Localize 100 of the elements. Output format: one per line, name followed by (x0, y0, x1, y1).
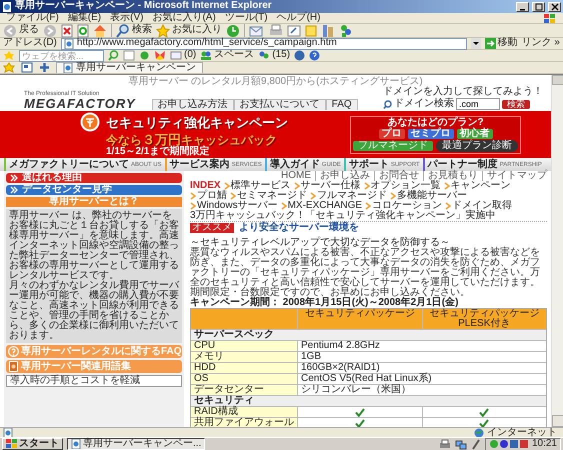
domain-field[interactable]: .com (456, 98, 500, 110)
butterfly-icon[interactable] (154, 50, 166, 61)
tab-list-icon[interactable] (21, 62, 33, 73)
pen-icon[interactable] (470, 438, 481, 450)
printer-icon[interactable] (438, 438, 451, 450)
add-icon[interactable] (39, 62, 50, 73)
menu-item[interactable]: ツール(T) (224, 12, 268, 24)
nav-label: サービス案内 (170, 160, 230, 170)
close-icon[interactable] (550, 2, 560, 10)
menu-item[interactable]: お気に入り(A) (152, 12, 216, 24)
column-header: セキュリティパッケージ (298, 309, 422, 329)
page-icon (64, 38, 74, 48)
info-text: 月々のわずかなレンタル費用でサーバー運用が可能で、機器の購入費が不要なこと、高速ネット回線が利用できることや、管理の手間を省けることから、多くの企業様に御利用いただいております。 (9, 281, 179, 341)
diagnosis-button[interactable]: 最適プラン診断 (436, 140, 518, 152)
edit-icon[interactable] (287, 24, 301, 38)
search-icon (383, 100, 392, 108)
sidebar-button[interactable]: データセンター見学 (6, 185, 182, 195)
maximize-icon[interactable] (534, 2, 544, 10)
book-icon (8, 361, 19, 372)
utility-link[interactable]: お見積もり (423, 171, 478, 181)
network-icon[interactable] (454, 438, 467, 450)
breadcrumb-link[interactable]: MX-EXCHANGE (288, 201, 362, 211)
toolbar-icon (3, 50, 15, 61)
sidebar-link[interactable]: 導入時の手順とコストを軽減 (6, 375, 182, 387)
mail-icon[interactable] (249, 24, 265, 38)
row-label: データセンター (191, 385, 297, 395)
breadcrumb-link[interactable]: INDEX (190, 181, 221, 191)
row-label: メモリ (191, 352, 297, 362)
page-heading: 3万円キャッシュバック！「セキュリティ強化キャンペーン」実施中 (190, 211, 547, 222)
plan-button[interactable]: プロ (378, 128, 404, 138)
subheading: より安全なサーバー環境を (239, 223, 359, 233)
breadcrumb-link[interactable]: Windowsサーバー (197, 201, 278, 211)
row-label: 共用ファイアウォール (191, 418, 297, 427)
chevron-icon (444, 182, 450, 190)
menu-item[interactable]: ヘルプ(H) (276, 12, 320, 24)
breadcrumb-link[interactable]: キャンペーン (450, 181, 511, 191)
row-label: CPU (191, 341, 297, 351)
chevron-icon (10, 174, 18, 182)
scrollbar[interactable] (551, 75, 563, 427)
section-title: 専用サーバーとは？ (6, 197, 182, 207)
stop-icon[interactable] (61, 24, 73, 38)
header-tab[interactable]: FAQ (326, 99, 358, 110)
breadcrumb-link[interactable]: 標準サービス (230, 181, 291, 191)
windows-logo-icon (6, 439, 17, 449)
chevron-icon (390, 192, 396, 200)
go-button[interactable]: 移動 (484, 38, 518, 49)
header-tab[interactable]: お支払いについて (234, 99, 326, 110)
sidebar-button[interactable]: 選ばれる理由 (6, 173, 182, 183)
menu-item[interactable]: 表示(V) (110, 12, 144, 24)
links-button[interactable]: リンク » (522, 38, 560, 49)
menu-item[interactable]: 編集(E) (68, 12, 102, 24)
section-header: サーバースペック (191, 330, 546, 340)
table-cell: CentOS V5(Red Hat Linux系) (298, 374, 546, 384)
refresh-icon[interactable] (77, 24, 89, 38)
window-title: 専用サーバーキャンペーン - Microsoft Internet Explorer (15, 1, 272, 12)
search-button[interactable]: 検索 (502, 100, 530, 108)
help-icon[interactable] (309, 50, 320, 61)
breadcrumb-link[interactable]: 多機能サーバー (397, 191, 467, 201)
breadcrumb-link[interactable]: オプション一覧 (370, 181, 441, 191)
history-icon[interactable] (226, 24, 240, 38)
breadcrumb-link[interactable]: フルマネージド (317, 191, 387, 201)
row-label: OS (191, 374, 297, 384)
printer-icon[interactable] (269, 24, 283, 38)
notepad-icon[interactable] (123, 50, 135, 61)
plan-button[interactable]: セミプロ (408, 128, 454, 138)
favorites-button[interactable]: お気に入り (156, 24, 222, 38)
security-zone: インターネット (487, 428, 557, 438)
start-button[interactable]: スタート (2, 438, 63, 450)
breadcrumb-link[interactable]: プロ鯖 (197, 191, 227, 201)
utility-link[interactable]: サイトマップ (482, 171, 547, 181)
search-icon (116, 24, 130, 38)
column-header: セキュリティパッケージ PLESK付き (422, 309, 546, 329)
menu-item[interactable]: ファイル(F) (6, 12, 59, 24)
search-icon[interactable] (108, 50, 119, 61)
taskbar-button[interactable]: 専用サーバーキャンペー... (67, 438, 206, 450)
toolbar-button[interactable]: スペース (200, 50, 254, 61)
globe-icon (474, 428, 484, 438)
tray-icons[interactable] (488, 439, 529, 449)
breadcrumb-link[interactable]: コロケーション (372, 201, 442, 211)
search-button[interactable]: 検索 (116, 24, 152, 38)
utility-link[interactable]: HOME (281, 171, 311, 181)
campaign-period: キャンペーン期間： 2008年1月15日(火)～2008年2月1日(金) (190, 298, 460, 308)
envelope-icon (170, 50, 182, 61)
toolbar-button[interactable]: (15) (258, 50, 290, 61)
address-field[interactable]: http://www.megafactory.com/html_service/s_campaign.htm (60, 38, 467, 50)
browser-tab[interactable]: 専用サーバーキャンペーン (56, 62, 203, 73)
toolbar-button[interactable]: (0) (170, 50, 196, 61)
breadcrumb-link[interactable]: セミマネージド (237, 191, 307, 201)
breadcrumb-link[interactable]: ドメイン取得 (452, 201, 512, 211)
banner-period: 1/15～2/1まで期間限定 (106, 147, 210, 157)
back-button[interactable]: 戻る (3, 24, 39, 38)
utility-link[interactable]: お申し込み (315, 171, 370, 181)
home-icon[interactable] (93, 24, 107, 38)
utility-link[interactable]: お問合せ (374, 171, 419, 181)
info-text: 専用サーバー は、弊社のサーバーをお客様に丸ごと１台お貸しする「お客様専用サーバー」を意味します。高速インターネット回線や空調設備の整った弊社データーセンターで管理され、お客様の専用サーバーとして運用するレンタルサービスです。 (9, 211, 179, 281)
chevron-icon (310, 192, 316, 200)
dropdown-icon[interactable] (470, 38, 481, 49)
header-tab[interactable]: お申し込み方法 (152, 99, 234, 110)
body-text: 悪質なウィルスやスパムによる被害、不正なアクセスや攻撃による被害などを防ぎ、また、データの多重化によって大事なデータの消失を防ぐため、メガファクトリーの「セキュリティパッケージ」専用サーバーをご利用ください。万全のセキュリティと高い信頼性で安心してサーバーを運用していただけます。期間限定・台数限定ですので、お早めにお申し込みください。 (190, 248, 541, 298)
breadcrumb-link[interactable]: サーバー仕様 (300, 181, 361, 191)
